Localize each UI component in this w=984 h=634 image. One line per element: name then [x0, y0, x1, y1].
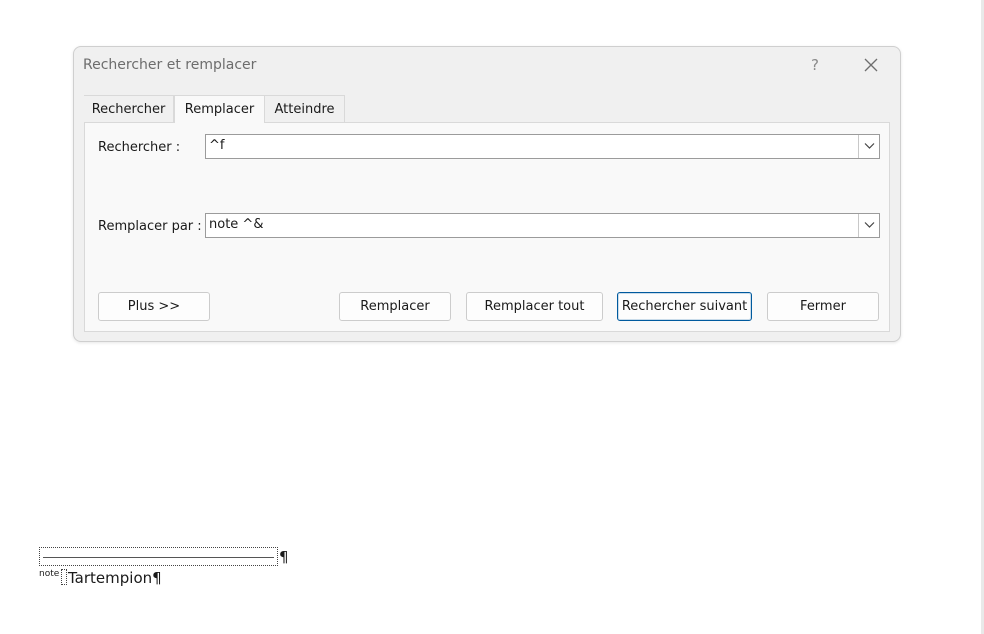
replace-all-button[interactable]: Remplacer tout	[466, 292, 603, 321]
find-combobox[interactable]: ^f	[205, 134, 880, 159]
paragraph-mark: ¶	[279, 548, 289, 566]
find-input[interactable]: ^f	[209, 138, 224, 153]
more-button[interactable]: Plus >>	[98, 292, 210, 321]
tab-atteindre-label: Atteindre	[274, 102, 335, 117]
find-label: Rechercher :	[98, 140, 181, 155]
tab-rechercher[interactable]: Rechercher	[84, 95, 174, 122]
tab-rechercher-label: Rechercher	[91, 102, 166, 117]
replace-dropdown-button[interactable]	[858, 214, 879, 237]
footnote-reference-mark	[61, 569, 67, 585]
close-icon	[864, 58, 878, 72]
find-next-button[interactable]: Rechercher suivant	[617, 292, 752, 321]
replace-input[interactable]: note ^&	[209, 217, 263, 232]
footnote-separator-line	[43, 557, 274, 558]
tab-remplacer[interactable]: Remplacer	[174, 95, 265, 123]
footnote-separator-box	[39, 547, 278, 566]
tab-remplacer-label: Remplacer	[184, 102, 255, 117]
replace-button[interactable]: Remplacer	[339, 292, 451, 321]
replace-combobox[interactable]: note ^&	[205, 213, 880, 238]
dialog-title: Rechercher et remplacer	[83, 57, 257, 73]
find-replace-dialog: Rechercher et remplacer ? Rechercher Rem…	[73, 46, 901, 342]
footnote-text-value: Tartempion	[68, 569, 153, 587]
help-button[interactable]: ?	[806, 55, 824, 75]
footnote-text: Tartempion¶	[68, 569, 162, 587]
replace-tab-panel: Rechercher : ^f Remplacer par : note ^& …	[84, 122, 890, 332]
chevron-down-icon	[864, 222, 875, 228]
footnote-superscript: note	[39, 569, 60, 579]
tab-atteindre[interactable]: Atteindre	[265, 95, 345, 122]
chevron-down-icon	[864, 143, 875, 149]
footnote-paragraph-mark: ¶	[152, 569, 162, 587]
find-dropdown-button[interactable]	[858, 135, 879, 158]
close-button[interactable]	[861, 55, 881, 75]
replace-label: Remplacer par :	[98, 219, 202, 234]
close-dialog-button[interactable]: Fermer	[767, 292, 879, 321]
